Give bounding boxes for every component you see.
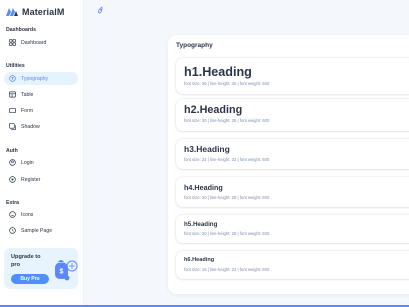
icons-icon bbox=[9, 211, 16, 218]
sidebar-item-icons[interactable]: Icons bbox=[4, 208, 78, 221]
shadow-icon bbox=[9, 123, 16, 130]
heading-meta: font size: 24 | line-height: 32 | font w… bbox=[184, 157, 270, 162]
heading-meta: font size: 30 | line-height: 36 | font w… bbox=[184, 118, 270, 123]
sidebar-item-label: Form bbox=[21, 107, 34, 114]
sidebar-item-typography[interactable]: Typography bbox=[4, 72, 78, 85]
login-icon bbox=[9, 159, 16, 166]
section-label-utilities: Utilities bbox=[6, 63, 25, 69]
upgrade-title: Upgrade to pro bbox=[11, 254, 41, 268]
sidebar-item-label: Login bbox=[21, 159, 34, 166]
heading-text: h4.Heading bbox=[184, 183, 223, 192]
sidebar: MaterialM Dashboards Dashboard Utilities… bbox=[0, 0, 84, 307]
heading-meta: font size: 16 | line-height: 24 | font w… bbox=[184, 267, 270, 272]
sidebar-item-sample-page[interactable]: Sample Page bbox=[4, 224, 78, 237]
card-title: Typography bbox=[176, 42, 213, 49]
rocket-icon[interactable] bbox=[96, 6, 105, 15]
sidebar-item-table[interactable]: Table bbox=[4, 88, 78, 101]
table-icon bbox=[9, 91, 16, 98]
brand[interactable]: MaterialM bbox=[6, 7, 64, 17]
heading-text: h6.Heading bbox=[184, 257, 215, 263]
heading-sample-h6: h6.Heading font size: 16 | line-height: … bbox=[176, 251, 409, 279]
typography-card: Typography h1.Heading font size: 36 | li… bbox=[168, 35, 409, 294]
heading-meta: font size: 36 | line-height: 40 | font w… bbox=[184, 81, 270, 86]
sidebar-item-login[interactable]: Login bbox=[4, 156, 78, 169]
dashboard-icon bbox=[9, 39, 16, 46]
sidebar-item-label: Dashboard bbox=[21, 39, 47, 46]
sidebar-item-label: Register bbox=[21, 176, 41, 183]
brand-logo-icon bbox=[6, 8, 18, 16]
heading-text: h3.Heading bbox=[184, 144, 230, 154]
section-label-dashboards: Dashboards bbox=[6, 27, 36, 33]
register-icon bbox=[9, 176, 16, 183]
buy-pro-button[interactable]: Buy Pro bbox=[11, 274, 49, 284]
sidebar-item-shadow[interactable]: Shadow bbox=[4, 120, 78, 133]
form-icon bbox=[9, 107, 16, 114]
sidebar-item-label: Sample Page bbox=[21, 227, 53, 234]
heading-meta: font size: 20 | line-height: 28 | font w… bbox=[184, 231, 270, 236]
heading-sample-h3: h3.Heading font size: 24 | line-height: … bbox=[176, 139, 409, 169]
sidebar-item-register[interactable]: Register bbox=[4, 173, 78, 186]
heading-sample-h5: h5.Heading font size: 20 | line-height: … bbox=[176, 215, 409, 243]
heading-text: h2.Heading bbox=[184, 104, 243, 116]
sidebar-item-label: Icons bbox=[21, 211, 34, 218]
heading-sample-h2: h2.Heading font size: 30 | line-height: … bbox=[176, 99, 409, 131]
sidebar-item-dashboard[interactable]: Dashboard bbox=[4, 36, 78, 49]
sidebar-item-form[interactable]: Form bbox=[4, 104, 78, 117]
sidebar-item-label: Typography bbox=[21, 75, 49, 82]
upgrade-card: Upgrade to pro Buy Pro $ bbox=[4, 248, 78, 289]
typography-icon bbox=[9, 75, 16, 82]
sidebar-item-label: Table bbox=[21, 91, 34, 98]
sample-page-icon bbox=[9, 227, 16, 234]
section-label-extra: Extra bbox=[6, 200, 19, 206]
section-label-auth: Auth bbox=[6, 148, 18, 154]
heading-text: h5.Heading bbox=[184, 221, 218, 228]
sidebar-item-label: Shadow bbox=[21, 123, 40, 130]
heading-sample-h4: h4.Heading font size: 20 | line-height: … bbox=[176, 177, 409, 207]
heading-sample-h1: h1.Heading font size: 36 | line-height: … bbox=[176, 58, 409, 94]
brand-name: MaterialM bbox=[22, 7, 65, 17]
heading-text: h1.Heading bbox=[184, 65, 252, 79]
svg-text:$: $ bbox=[60, 269, 64, 276]
money-bag-icon: $ bbox=[55, 260, 78, 281]
heading-meta: font size: 20 | line-height: 28 | font w… bbox=[184, 195, 270, 200]
